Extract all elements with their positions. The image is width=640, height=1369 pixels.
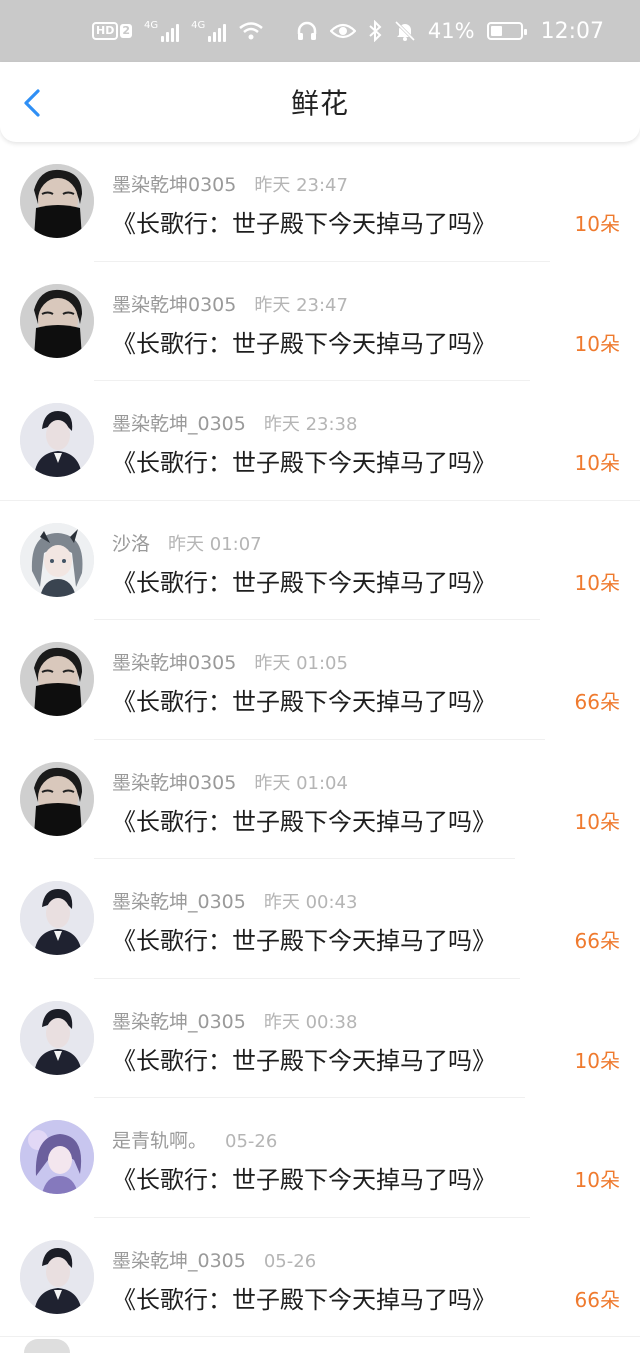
book-title: 《长歌行：世子殿下今天掉马了吗》	[112, 807, 496, 836]
avatar-peek	[24, 1339, 70, 1353]
flower-list-item[interactable]: 墨染乾坤_0305 昨天 00:38 《长歌行：世子殿下今天掉马了吗》 10朵	[0, 979, 640, 1098]
clock: 12:07	[540, 18, 604, 44]
item-meta: 墨染乾坤0305 昨天 23:47	[112, 290, 348, 317]
book-title: 《长歌行：世子殿下今天掉马了吗》	[112, 1046, 496, 1075]
timestamp: 昨天 23:47	[254, 175, 348, 196]
status-left: HD 2 4G 4G	[92, 20, 264, 42]
item-meta: 是青轨啊。 05-26	[112, 1126, 277, 1153]
timestamp: 昨天 23:38	[263, 414, 358, 435]
headphones-icon	[297, 21, 317, 40]
timestamp: 昨天 23:47	[254, 294, 348, 316]
flower-list-item[interactable]: 墨染乾坤_0305 05-26 《长歌行：世子殿下今天掉马了吗》 66朵	[0, 1218, 640, 1337]
flower-list-item[interactable]: 墨染乾坤0305 昨天 01:05 《长歌行：世子殿下今天掉马了吗》 66朵	[0, 620, 640, 740]
avatar-dark-suit-image[interactable]	[20, 881, 94, 955]
flower-count: 10朵	[574, 1168, 620, 1192]
book-title: 《长歌行：世子殿下今天掉马了吗》	[112, 210, 496, 238]
flower-list-item[interactable]: 墨染乾坤_0305 昨天 23:38 《长歌行：世子殿下今天掉马了吗》 10朵	[0, 381, 640, 501]
sender-name[interactable]: 墨染乾坤_0305	[112, 1007, 246, 1034]
sim-label: 2	[120, 24, 132, 38]
timestamp: 昨天 01:07	[168, 533, 262, 555]
item-meta: 墨染乾坤_0305 昨天 00:38	[112, 1007, 357, 1034]
bluetooth-icon	[369, 20, 382, 42]
net-type-1: 4G	[144, 20, 159, 31]
item-meta: 墨染乾坤_0305 05-26	[112, 1246, 316, 1273]
book-title: 《长歌行：世子殿下今天掉马了吗》	[112, 688, 496, 716]
flower-list-item[interactable]: 墨染乾坤_0305 昨天 00:43 《长歌行：世子殿下今天掉马了吗》 66朵	[0, 859, 640, 979]
sender-name[interactable]: 是青轨啊。	[112, 1126, 207, 1153]
hd-label: HD	[92, 22, 119, 40]
battery-icon	[486, 22, 527, 40]
book-title: 《长歌行：世子殿下今天掉马了吗》	[112, 927, 496, 955]
flower-count: 66朵	[574, 929, 620, 953]
avatar-dark-suit-image[interactable]	[20, 1239, 94, 1314]
net-type-2: 4G	[191, 20, 206, 31]
sender-name[interactable]: 墨染乾坤_0305	[112, 1246, 246, 1273]
back-chevron-left-icon[interactable]	[18, 88, 48, 118]
avatar-purple-girl-image[interactable]	[20, 1120, 94, 1194]
book-title: 《长歌行：世子殿下今天掉马了吗》	[112, 1166, 496, 1194]
flower-count: 66朵	[574, 690, 620, 714]
signal-1-icon: 4G	[144, 20, 180, 42]
flower-list-item[interactable]: 是青轨啊。 05-26 《长歌行：世子殿下今天掉马了吗》 10朵	[0, 1098, 640, 1218]
sender-name[interactable]: 墨染乾坤_0305	[112, 409, 246, 436]
sender-name[interactable]: 墨染乾坤_0305	[112, 887, 246, 914]
eye-icon	[329, 23, 356, 39]
sender-name[interactable]: 墨染乾坤0305	[112, 648, 236, 675]
book-title: 《长歌行：世子殿下今天掉马了吗》	[112, 449, 496, 477]
flower-count: 10朵	[574, 809, 620, 834]
nav-bar: 鲜花	[0, 62, 640, 142]
flower-list-item[interactable]: 墨染乾坤0305 昨天 01:04 《长歌行：世子殿下今天掉马了吗》 10朵	[0, 740, 640, 859]
item-meta: 沙洛 昨天 01:07	[112, 529, 262, 556]
flower-count: 10朵	[574, 1048, 620, 1073]
book-title: 《长歌行：世子殿下今天掉马了吗》	[112, 1285, 496, 1314]
battery-percent: 41%	[427, 19, 475, 43]
status-bar: HD 2 4G 4G 41% 12:07	[0, 0, 640, 62]
book-title: 《长歌行：世子殿下今天掉马了吗》	[112, 568, 496, 597]
page-title: 鲜花	[290, 87, 349, 120]
book-title: 《长歌行：世子殿下今天掉马了吗》	[112, 329, 496, 358]
avatar-anime-girl-image[interactable]	[20, 522, 94, 597]
timestamp: 昨天 00:38	[263, 1011, 358, 1033]
timestamp: 05-26	[263, 1250, 317, 1272]
timestamp: 05-26	[225, 1131, 278, 1152]
battery-fill	[490, 26, 503, 36]
hd-badge: HD 2	[92, 22, 132, 40]
sender-name[interactable]: 墨染乾坤0305	[112, 768, 236, 795]
avatar-masked-man-image[interactable]	[20, 642, 94, 716]
sender-name[interactable]: 墨染乾坤0305	[112, 170, 236, 197]
flower-count: 10朵	[574, 570, 620, 595]
timestamp: 昨天 01:05	[254, 653, 348, 674]
bell-off-icon	[394, 20, 415, 42]
avatar-masked-man-image[interactable]	[20, 164, 94, 238]
avatar-dark-suit-image[interactable]	[20, 1000, 94, 1075]
sender-name[interactable]: 墨染乾坤0305	[112, 290, 236, 317]
status-right: 41% 12:07	[296, 19, 604, 44]
item-meta: 墨染乾坤0305 昨天 01:05	[112, 648, 348, 675]
flower-list-item[interactable]: 墨染乾坤0305 昨天 23:47 《长歌行：世子殿下今天掉马了吗》 10朵	[0, 142, 640, 262]
list-next-row-peek	[0, 1337, 640, 1369]
signal-2-icon: 4G	[191, 20, 227, 42]
item-meta: 墨染乾坤_0305 昨天 00:43	[112, 887, 357, 914]
sender-name[interactable]: 沙洛	[112, 529, 150, 556]
flower-count: 10朵	[574, 331, 620, 356]
flower-list: 墨染乾坤0305 昨天 23:47 《长歌行：世子殿下今天掉马了吗》 10朵 墨染乾坤0…	[0, 142, 640, 1337]
flower-count: 10朵	[574, 451, 620, 475]
avatar-masked-man-image[interactable]	[20, 761, 94, 836]
item-meta: 墨染乾坤0305 昨天 23:47	[112, 170, 348, 197]
wifi-icon	[239, 22, 264, 40]
timestamp: 昨天 00:43	[263, 892, 358, 913]
flower-count: 10朵	[574, 212, 620, 236]
flower-list-item[interactable]: 沙洛 昨天 01:07 《长歌行：世子殿下今天掉马了吗》 10朵	[0, 501, 640, 620]
flower-list-item[interactable]: 墨染乾坤0305 昨天 23:47 《长歌行：世子殿下今天掉马了吗》 10朵	[0, 262, 640, 381]
item-meta: 墨染乾坤0305 昨天 01:04	[112, 768, 348, 795]
avatar-masked-man-image[interactable]	[20, 283, 94, 358]
avatar-dark-suit-image[interactable]	[20, 403, 94, 477]
flower-count: 66朵	[574, 1287, 620, 1312]
item-meta: 墨染乾坤_0305 昨天 23:38	[112, 409, 357, 436]
timestamp: 昨天 01:04	[254, 772, 348, 794]
